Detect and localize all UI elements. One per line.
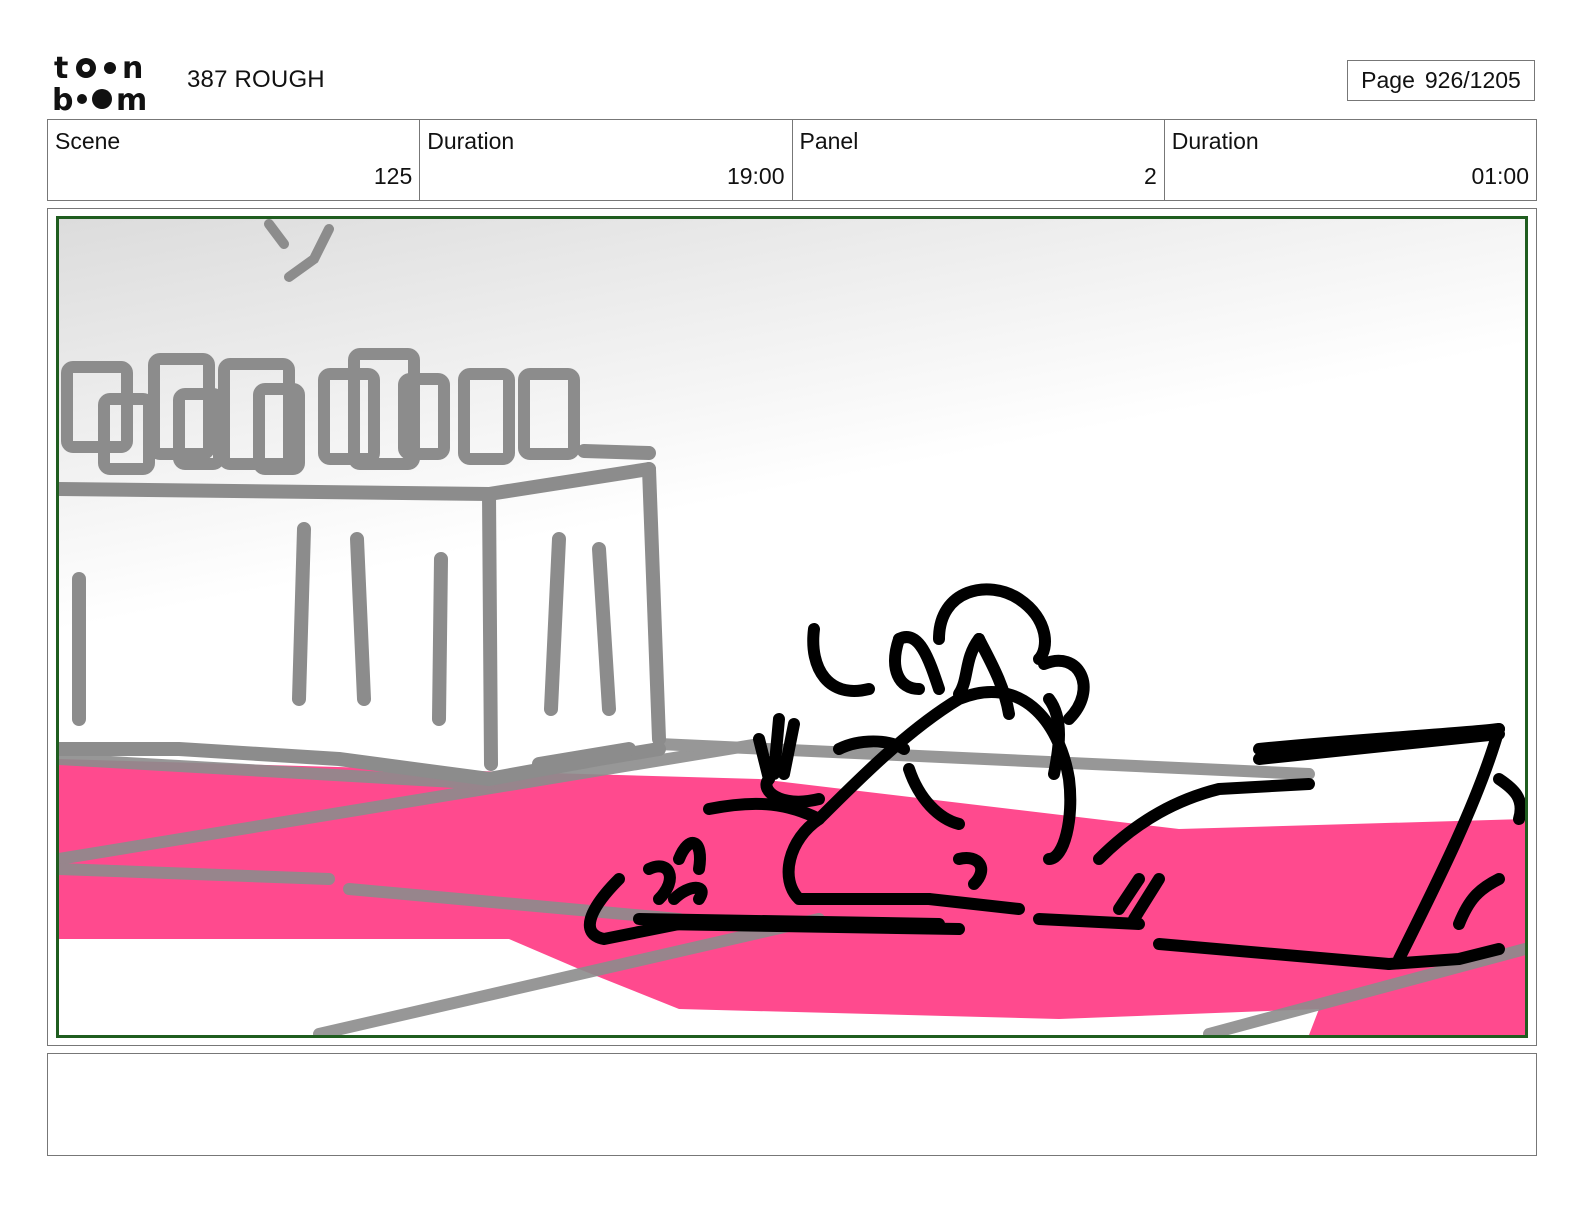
svg-text:m: m	[116, 83, 147, 112]
panel-duration-label: Duration	[1171, 128, 1259, 154]
panel-sketch	[59, 219, 1525, 1035]
panel-duration-value: 01:00	[1471, 163, 1529, 189]
storyboard-panel-drawing[interactable]	[56, 216, 1528, 1038]
scene-duration-cell: Duration 19:00	[420, 120, 793, 200]
toonboom-logo: t n b m	[52, 51, 147, 112]
scene-label: Scene	[55, 128, 121, 154]
scene-value: 125	[373, 163, 413, 189]
page-number: 926/1205	[1424, 67, 1521, 93]
document-title: 387 ROUGH	[187, 66, 325, 93]
page-label: Page	[1361, 67, 1415, 93]
panel-value: 2	[1143, 163, 1157, 189]
panel-frame	[47, 208, 1537, 1046]
scene-cell: Scene 125	[48, 120, 421, 200]
scene-duration-label: Duration	[427, 128, 515, 154]
panel-duration-cell: Duration 01:00	[1165, 120, 1536, 200]
page-indicator: Page 926/1205	[1347, 60, 1535, 101]
svg-text:t: t	[54, 51, 68, 86]
panel-notes-box[interactable]	[47, 1053, 1537, 1156]
svg-text:b: b	[52, 83, 73, 112]
panel-cell: Panel 2	[793, 120, 1165, 200]
scene-duration-value: 19:00	[726, 163, 785, 189]
svg-text:n: n	[122, 51, 143, 86]
panel-label: Panel	[799, 128, 859, 154]
scene-info-table: Scene 125 Duration 19:00 Panel 2 Duratio…	[47, 119, 1537, 201]
